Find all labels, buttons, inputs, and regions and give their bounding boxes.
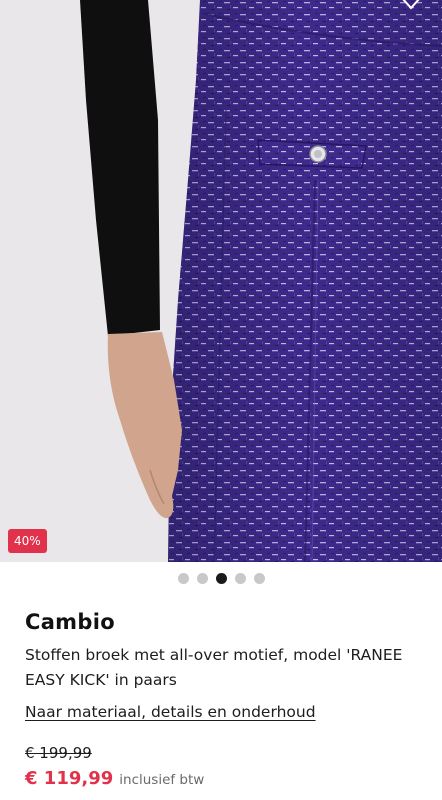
price-row: € 119,99 inclusief btw [25, 768, 204, 789]
heart-icon[interactable] [398, 0, 424, 14]
gallery-dot[interactable] [177, 573, 189, 584]
product-title: Stoffen broek met all-over motief, model… [25, 646, 403, 689]
brand-name[interactable]: Cambio [25, 610, 115, 634]
vat-note: inclusief btw [119, 772, 205, 788]
gallery-pagination[interactable] [0, 573, 442, 584]
sale-price: € 119,99 [25, 768, 114, 789]
details-link[interactable]: Naar materiaal, details en onderhoud [25, 702, 316, 722]
original-price: € 199,99 [25, 744, 92, 762]
gallery-dot[interactable] [234, 573, 246, 584]
gallery-dot[interactable] [196, 573, 208, 584]
gallery-dot-active[interactable] [215, 573, 227, 584]
product-image[interactable]: 40% [0, 0, 442, 562]
gallery-dot[interactable] [253, 573, 265, 584]
discount-badge: 40% [8, 529, 47, 553]
